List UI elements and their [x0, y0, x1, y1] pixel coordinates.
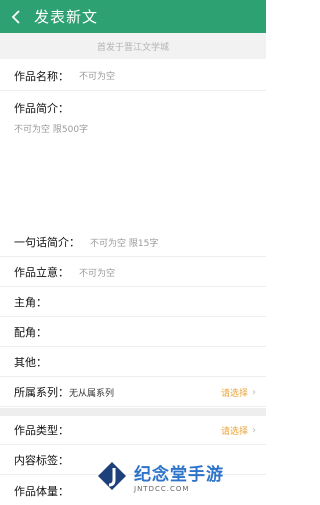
work-type-choose-label: 请选择: [220, 426, 248, 437]
intro-section: 作品简介： 不可为空 限500字: [0, 92, 266, 227]
work-type-row[interactable]: 作品类型： 请选择 ›: [0, 416, 266, 445]
work-name-row: 作品名称： 不可为空: [0, 61, 266, 91]
top-app-bar: 发表新文: [0, 0, 266, 33]
supporting-role-row[interactable]: 配角：: [0, 318, 266, 347]
work-type-choose-button[interactable]: 请选择 ›: [221, 424, 256, 437]
watermark-url: JNTDCC.COM: [134, 484, 190, 493]
lead-role-row[interactable]: 主角：: [0, 288, 266, 317]
intro-label: 作品简介：: [14, 102, 69, 115]
chevron-right-icon: ›: [252, 424, 256, 436]
series-choose-label: 请选择: [220, 388, 248, 399]
content-tags-label: 内容标签：: [14, 454, 69, 467]
chevron-right-icon: ›: [252, 386, 256, 398]
other-row[interactable]: 其他：: [0, 348, 266, 377]
series-choose-button[interactable]: 请选择 ›: [221, 386, 256, 399]
back-button[interactable]: [0, 0, 34, 33]
oneline-intro-input[interactable]: 不可为空 限15字: [90, 236, 158, 249]
series-row[interactable]: 所属系列： 无从属系列 请选择 ›: [0, 378, 266, 407]
oneline-intro-label: 一句话简介：: [14, 236, 80, 249]
section-divider: [0, 408, 266, 416]
work-type-label: 作品类型：: [14, 424, 69, 437]
series-value: 无从属系列: [69, 388, 115, 399]
work-volume-label: 作品体量：: [14, 484, 69, 498]
watermark-text: 纪念堂手游 JNTDCC.COM: [134, 460, 224, 493]
watermark-title: 纪念堂手游: [134, 464, 224, 485]
work-name-input[interactable]: 不可为空: [79, 69, 115, 82]
publish-site-note: 首发于晋江文学城: [0, 33, 266, 59]
oneline-intro-row: 一句话简介： 不可为空 限15字: [0, 228, 266, 257]
chevron-left-icon: [11, 9, 20, 24]
page-title: 发表新文: [34, 8, 99, 26]
supporting-role-label: 配角：: [14, 326, 47, 339]
work-idea-label: 作品立意：: [14, 266, 69, 279]
work-idea-input[interactable]: 不可为空: [79, 266, 115, 279]
site-watermark: 纪念堂手游 JNTDCC.COM: [96, 456, 256, 496]
work-name-label: 作品名称：: [14, 69, 69, 83]
series-label: 所属系列：: [14, 386, 69, 399]
work-idea-row: 作品立意： 不可为空: [0, 258, 266, 287]
watermark-logo-icon: [98, 462, 126, 490]
intro-textarea[interactable]: 不可为空 限500字: [14, 122, 88, 135]
other-label: 其他：: [14, 356, 47, 369]
lead-role-label: 主角：: [14, 296, 47, 309]
